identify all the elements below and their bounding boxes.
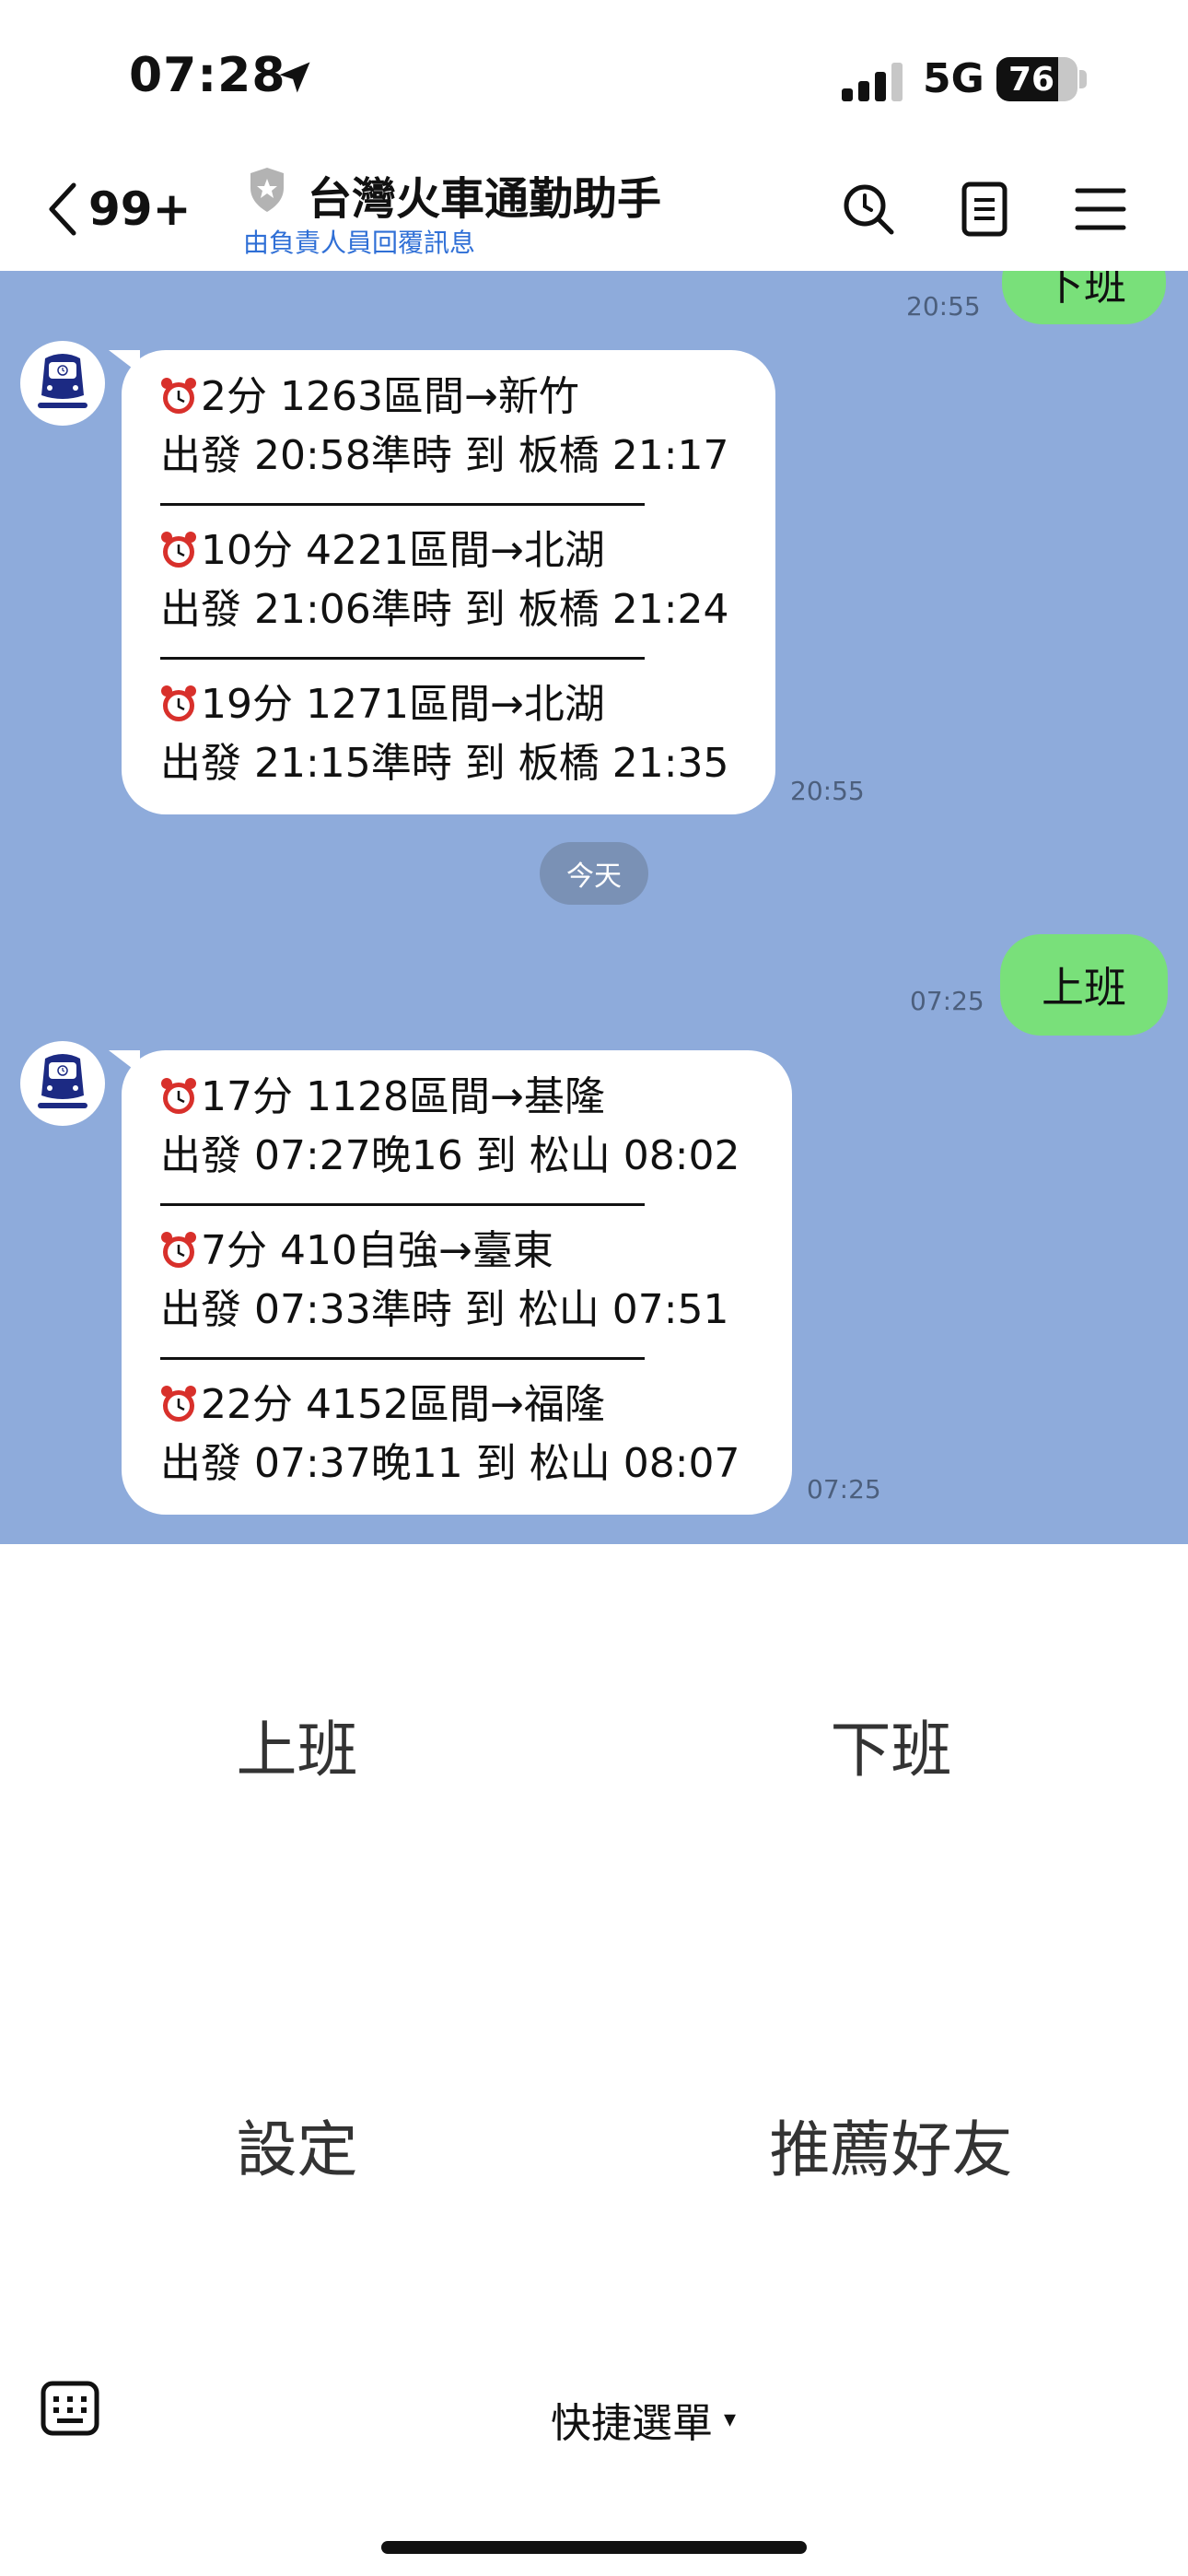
train-summary: 17分 1128區間→基隆: [201, 1073, 605, 1120]
chat-subtitle: 由負責人員回覆訊息: [243, 228, 476, 258]
alarm-clock-icon: [160, 529, 197, 583]
search-button[interactable]: [836, 177, 901, 241]
divider: [160, 1357, 645, 1360]
bot-avatar[interactable]: [20, 341, 105, 426]
chat-header: 99+ 台灣火車通勤助手 由負責人員回覆訊息: [0, 157, 1188, 271]
back-chevron-icon: [49, 182, 76, 236]
bot-avatar[interactable]: [20, 1041, 105, 1126]
train-entry: 10分 4221區間→北湖 出發 21:06準時 到 板橋 21:24: [160, 524, 753, 637]
bot-message-bubble[interactable]: 17分 1128區間→基隆 出發 07:27晚16 到 松山 08:02 7分 …: [109, 1050, 792, 1515]
keyboard-icon[interactable]: [41, 2381, 99, 2436]
battery-nub: [1079, 70, 1087, 88]
notes-icon: [961, 181, 1007, 237]
message-time: 07:25: [910, 986, 984, 1016]
date-separator: 今天: [540, 842, 648, 905]
alarm-clock-icon: [160, 375, 197, 429]
status-bar: 07:28 5G 76: [0, 0, 1188, 157]
back-button[interactable]: 99+: [46, 177, 191, 241]
menu-button-commute-work[interactable]: 上班: [0, 1701, 594, 1789]
cellular-signal-icon: [842, 61, 904, 101]
train-schedule: 出發 07:37晚11 到 松山 08:07: [160, 1440, 740, 1487]
divider: [160, 657, 645, 660]
message-time: 20:55: [906, 291, 981, 322]
bubble-tail: [109, 1050, 140, 1074]
train-schedule: 出發 21:06準時 到 板橋 21:24: [160, 586, 729, 633]
user-message-bubble[interactable]: 上班: [1000, 934, 1168, 1036]
bottom-bar: 快捷選單 ▾: [0, 2346, 1188, 2576]
train-schedule: 出發 07:27晚16 到 松山 08:02: [160, 1132, 740, 1179]
battery-level: 76: [1007, 61, 1055, 99]
menu-button[interactable]: [1068, 177, 1133, 241]
battery-icon: 76: [996, 57, 1077, 101]
chat-messages[interactable]: 20:55 下班 2分 1263區間→新竹 出發 20:58準時 到 板橋 21…: [0, 271, 1188, 1544]
quick-menu-toggle[interactable]: 快捷選單 ▾: [551, 2390, 736, 2449]
train-entry: 22分 4152區間→福隆 出發 07:37晚11 到 松山 08:07: [160, 1378, 770, 1491]
train-entry: 2分 1263區間→新竹 出發 20:58準時 到 板橋 21:17: [160, 370, 753, 483]
menu-icon: [1075, 188, 1126, 230]
alarm-clock-icon: [160, 683, 197, 737]
bot-message-bubble[interactable]: 2分 1263區間→新竹 出發 20:58準時 到 板橋 21:17 10分 4…: [109, 350, 775, 814]
alarm-clock-icon: [160, 1229, 197, 1283]
line-chat-screen: 07:28 5G 76 99+ 台灣火車通勤助手 由負責人員回覆訊息 20:55…: [0, 0, 1188, 2576]
train-entry: 7分 410自強→臺東 出發 07:33準時 到 松山 07:51: [160, 1224, 770, 1337]
divider: [160, 1203, 645, 1206]
train-summary: 22分 4152區間→福隆: [201, 1381, 605, 1428]
quick-menu-toggle-label: 快捷選單: [551, 2400, 713, 2447]
message-time: 07:25: [807, 1474, 881, 1505]
caret-down-icon: ▾: [724, 2406, 737, 2433]
quick-menu: 上班 下班 設定 推薦好友: [0, 1544, 1188, 2346]
train-summary: 2分 1263區間→新竹: [201, 373, 579, 420]
status-time: 07:28: [129, 48, 286, 103]
alarm-clock-icon: [160, 1383, 197, 1437]
divider: [160, 503, 645, 506]
unread-count: 99+: [88, 182, 192, 236]
menu-button-commute-home[interactable]: 下班: [594, 1701, 1188, 1789]
menu-button-settings[interactable]: 設定: [0, 2101, 594, 2189]
location-arrow-icon: [279, 62, 310, 93]
train-avatar-icon: [38, 1054, 87, 1108]
verified-shield-icon: [250, 168, 284, 212]
train-summary: 19分 1271區間→北湖: [201, 681, 605, 728]
train-schedule: 出發 20:58準時 到 板橋 21:17: [160, 432, 729, 479]
home-indicator[interactable]: [381, 2541, 807, 2554]
train-schedule: 出發 07:33準時 到 松山 07:51: [160, 1286, 729, 1333]
train-entry: 19分 1271區間→北湖 出發 21:15準時 到 板橋 21:35: [160, 678, 753, 790]
alarm-clock-icon: [160, 1075, 197, 1130]
user-message-text: 下班: [1042, 271, 1126, 310]
message-time: 20:55: [790, 776, 865, 806]
train-schedule: 出發 21:15準時 到 板橋 21:35: [160, 740, 729, 787]
user-message-text: 上班: [1042, 963, 1126, 1013]
chat-title: 台灣火車通勤助手: [308, 173, 662, 225]
train-summary: 7分 410自強→臺東: [201, 1227, 553, 1274]
train-summary: 10分 4221區間→北湖: [201, 527, 605, 574]
notes-button[interactable]: [952, 177, 1017, 241]
train-avatar-icon: [38, 354, 87, 408]
user-message-bubble[interactable]: 下班: [1002, 271, 1166, 324]
menu-button-recommend-friends[interactable]: 推薦好友: [594, 2101, 1188, 2189]
date-separator-label: 今天: [566, 861, 622, 893]
search-icon: [844, 184, 894, 235]
train-entry: 17分 1128區間→基隆 出發 07:27晚16 到 松山 08:02: [160, 1071, 770, 1183]
bubble-tail: [109, 350, 140, 374]
network-type: 5G: [923, 55, 984, 102]
